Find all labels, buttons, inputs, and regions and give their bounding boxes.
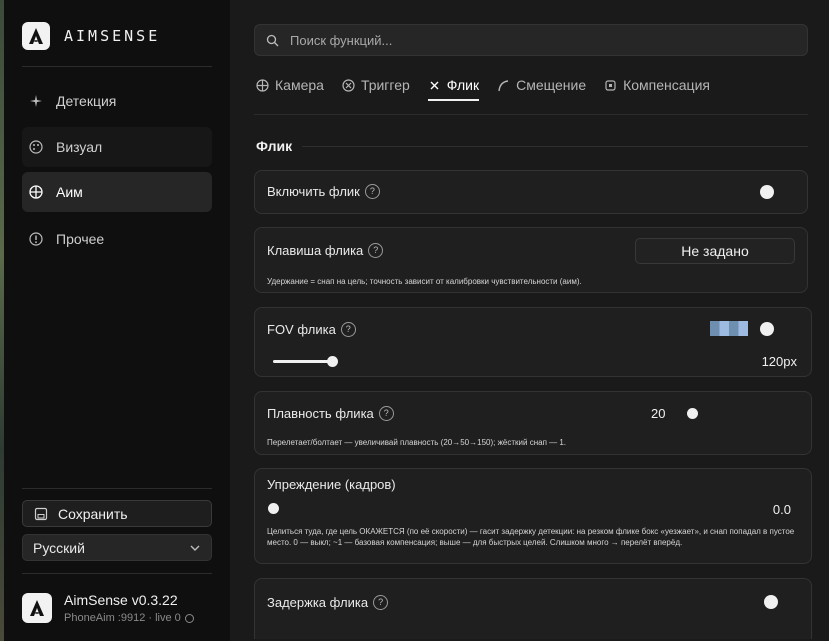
tab-flick[interactable]: Флик [427, 74, 480, 101]
nav-label: Аим [56, 184, 83, 200]
flick-delay-toggle[interactable] [764, 595, 778, 609]
nav-label: Детекция [56, 93, 117, 109]
tab-compensation[interactable]: Компенсация [604, 74, 710, 96]
save-icon [34, 507, 48, 521]
tab-label: Триггер [360, 77, 410, 93]
status-dot-icon [184, 613, 194, 623]
sidebar-divider [22, 488, 212, 489]
setting-flick-delay: Задержка флика ? [254, 578, 812, 639]
setting-label: Клавиша флика [267, 243, 364, 258]
nav-item-aim[interactable]: Аим [22, 172, 212, 212]
setting-label: Задержка флика [267, 595, 369, 610]
palette-icon [28, 139, 44, 155]
smoothness-slider-handle[interactable] [687, 408, 698, 419]
close-icon [428, 79, 441, 92]
chevron-down-icon [189, 542, 201, 554]
tab-bar: Камера Триггер Флик Смещение Компенсация [256, 74, 728, 114]
target-icon [28, 184, 44, 200]
connection-status: PhoneAim :9912 · live 0 [64, 612, 181, 624]
help-icon[interactable]: ? [378, 406, 394, 421]
fov-slider-handle[interactable] [327, 356, 338, 367]
help-icon[interactable]: ? [368, 243, 384, 258]
sidebar-divider [22, 573, 212, 574]
tab-label: Флик [446, 77, 480, 93]
enable-flick-toggle[interactable] [760, 185, 774, 199]
app-logo [22, 22, 50, 50]
curve-icon [497, 79, 510, 92]
sidebar-divider [22, 66, 212, 67]
help-icon[interactable]: ? [364, 184, 380, 199]
tab-label: Камера [275, 77, 324, 93]
crosshair-star-icon [28, 93, 44, 109]
app-logo [22, 593, 52, 623]
setting-hint: Удержание = снап на цель; точность завис… [267, 277, 582, 286]
version-label: AimSense v0.3.22 [64, 592, 178, 608]
setting-flick-smoothness: Плавность флика ? 20 Перелетает/болтает … [254, 391, 812, 455]
nav-item-other[interactable]: Прочее [22, 219, 212, 259]
crosshair-icon [256, 78, 269, 92]
lead-slider-handle[interactable] [268, 503, 279, 514]
setting-label: Упреждение (кадров) [267, 477, 396, 492]
save-button[interactable]: Сохранить [22, 500, 212, 527]
nav-item-visual[interactable]: Визуал [22, 127, 212, 167]
setting-enable-flick: Включить флик ? [254, 170, 808, 214]
search-box[interactable] [254, 24, 808, 56]
setting-hint: Целиться туда, где цель ОКАЖЕТСЯ (по её … [267, 527, 795, 547]
color-swatch[interactable] [710, 321, 748, 336]
save-label: Сохранить [58, 505, 128, 522]
x-circle-icon [342, 78, 355, 92]
language-value: Русский [33, 539, 85, 556]
help-icon[interactable]: ? [373, 595, 389, 610]
tab-camera[interactable]: Камера [256, 74, 324, 96]
info-icon [28, 231, 44, 247]
section-rule [302, 146, 808, 147]
help-icon[interactable]: ? [340, 322, 356, 337]
setting-lead-frames: Упреждение (кадров) 0.0 Целиться туда, г… [254, 468, 812, 564]
smoothness-value: 20 [651, 406, 666, 421]
setting-label: Плавность флика [267, 406, 374, 421]
search-icon [266, 34, 279, 47]
brand: AIMSENSE [22, 22, 160, 50]
search-input[interactable] [288, 31, 772, 49]
nav-item-detection[interactable]: Детекция [22, 81, 212, 121]
setting-flick-key: Клавиша флика ? Не задано Удержание = сн… [254, 227, 808, 293]
setting-flick-fov: FOV флика ? 120px [254, 307, 812, 377]
tab-label: Смещение [516, 77, 587, 93]
tabs-divider [254, 114, 808, 115]
square-dot-icon [604, 79, 617, 92]
lead-value: 0.0 [772, 502, 791, 517]
fov-slider-fill [273, 360, 332, 363]
tab-trigger[interactable]: Триггер [342, 74, 410, 96]
sidebar: AIMSENSE Детекция Визуал Аим Прочее Сохр… [4, 0, 230, 641]
setting-label: Включить флик [267, 184, 360, 199]
tab-label: Компенсация [623, 77, 710, 93]
flick-fov-toggle[interactable] [760, 322, 774, 336]
fov-value: 120px [761, 354, 797, 369]
setting-label: FOV флика [267, 322, 336, 337]
flick-key-button[interactable]: Не задано [635, 238, 795, 264]
nav-label: Визуал [56, 139, 103, 155]
brand-name: AIMSENSE [64, 27, 161, 45]
tab-offset[interactable]: Смещение [497, 74, 586, 96]
section-title: Флик [256, 138, 293, 154]
nav-label: Прочее [56, 231, 105, 247]
language-select[interactable]: Русский [22, 534, 212, 561]
version-footer: AimSense v0.3.22 PhoneAim :9912 · live 0 [22, 592, 194, 624]
setting-hint: Перелетает/болтает — увеличивай плавност… [267, 438, 567, 447]
